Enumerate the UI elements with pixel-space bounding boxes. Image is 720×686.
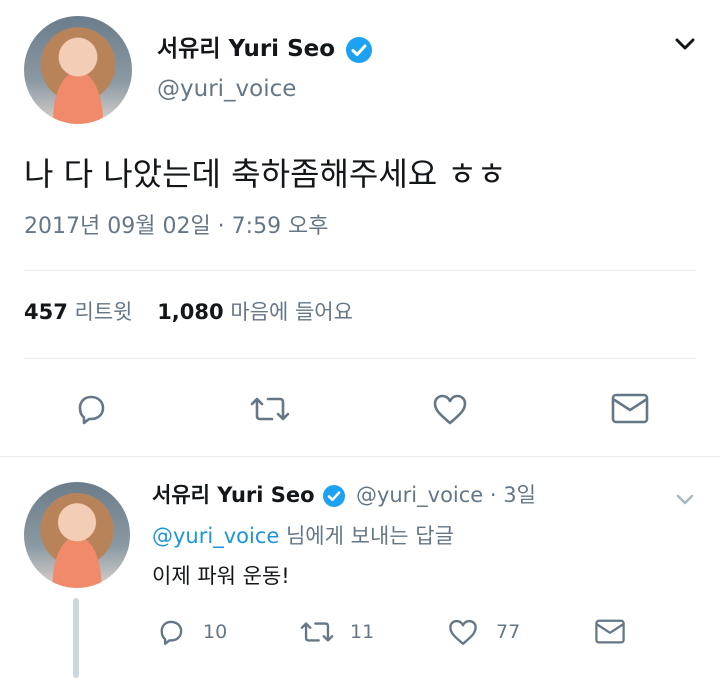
- verified-badge-icon: [323, 485, 346, 507]
- like-icon: [433, 394, 467, 425]
- reply-display-name[interactable]: 서유리 Yuri Seo: [152, 483, 315, 507]
- like-icon: [449, 619, 477, 645]
- reply-button[interactable]: [72, 390, 110, 428]
- retweet-stat[interactable]: 457 리트윗: [24, 300, 139, 324]
- reply-like-button[interactable]: 77: [446, 616, 520, 648]
- retweet-label: 리트윗: [74, 300, 133, 324]
- replying-to-suffix: 님에게 보내는 답글: [285, 524, 454, 548]
- reply-icon: [78, 395, 105, 425]
- display-name[interactable]: 서유리 Yuri Seo: [157, 36, 335, 62]
- reply-age: · 3일: [489, 483, 536, 507]
- message-icon: [595, 619, 625, 644]
- reply-reply-button[interactable]: 10: [155, 616, 227, 648]
- reply-message-button[interactable]: [594, 616, 626, 652]
- replying-to-link[interactable]: @yuri_voice: [152, 524, 279, 548]
- tweet-author[interactable]: 서유리 Yuri Seo: [157, 34, 373, 64]
- reply-text: 이제 파워 운동!: [152, 564, 290, 588]
- section-separator: [0, 456, 720, 457]
- tweet-text: 나 다 나았는데 축하좀해주세요 ㅎㅎ: [24, 155, 507, 193]
- retweet-button[interactable]: [248, 390, 292, 428]
- reply-avatar[interactable]: [24, 482, 130, 588]
- reply-chevron-down-icon[interactable]: [675, 492, 695, 508]
- reply-retweet-count: 11: [350, 621, 375, 643]
- retweet-icon: [300, 622, 334, 642]
- message-button[interactable]: [610, 390, 650, 428]
- tweet-stats: 457 리트윗 1,080 마음에 들어요: [24, 298, 353, 326]
- replying-to: @yuri_voice 님에게 보내는 답글: [152, 520, 454, 552]
- retweet-icon: [250, 397, 290, 421]
- thread-line: [73, 598, 79, 678]
- divider: [24, 358, 696, 359]
- chevron-down-icon[interactable]: [674, 36, 696, 54]
- divider: [24, 270, 696, 271]
- like-stat[interactable]: 1,080 마음에 들어요: [157, 300, 353, 324]
- like-label: 마음에 들어요: [230, 300, 353, 324]
- reply-header: 서유리 Yuri Seo @yuri_voice · 3일: [152, 480, 536, 510]
- avatar[interactable]: [24, 16, 132, 124]
- message-icon: [611, 393, 649, 424]
- reply-like-count: 77: [496, 621, 521, 643]
- verified-badge-icon: [346, 36, 373, 63]
- timestamp[interactable]: 2017년 09월 02일 · 7:59 오후: [24, 212, 329, 242]
- handle[interactable]: @yuri_voice: [157, 74, 296, 104]
- like-count: 1,080: [157, 300, 224, 324]
- reply-handle[interactable]: @yuri_voice: [356, 483, 483, 507]
- like-button[interactable]: [430, 390, 470, 428]
- retweet-count: 457: [24, 300, 68, 324]
- reply-retweet-button[interactable]: 11: [298, 616, 374, 648]
- reply-count: 10: [203, 621, 228, 643]
- reply-icon: [160, 620, 183, 645]
